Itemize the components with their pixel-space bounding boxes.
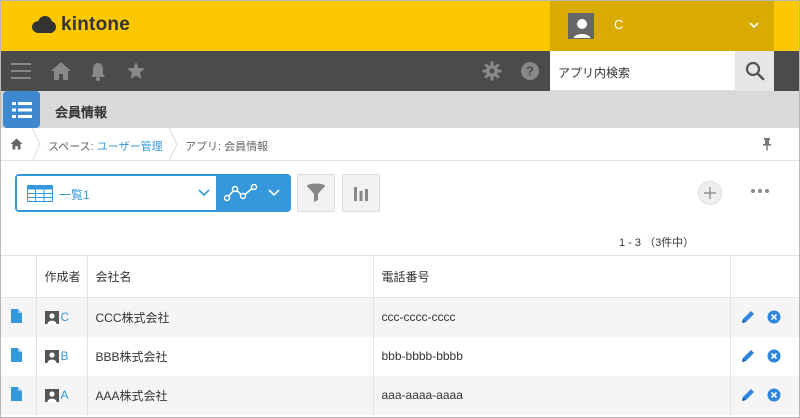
close-circle-icon[interactable] <box>767 310 781 324</box>
plus-icon <box>704 187 716 199</box>
table-header-row: 作成者 会社名 電話番号 <box>1 255 799 298</box>
view-dropdown[interactable]: 一覧1 <box>17 176 216 210</box>
filter-button[interactable] <box>297 174 335 212</box>
creator-link[interactable]: B <box>61 349 69 363</box>
cloud-logo-icon <box>32 16 56 33</box>
user-silhouette-icon <box>569 14 593 38</box>
bell-icon[interactable] <box>86 59 110 83</box>
breadcrumb-space[interactable]: スペース: ユーザー管理 <box>48 138 163 154</box>
creator-cell: A <box>44 388 87 402</box>
breadcrumb-space-link[interactable]: ユーザー管理 <box>97 141 163 153</box>
phone-cell: bbb-bbbb-bbbb <box>373 336 731 376</box>
filter-icon <box>307 183 325 202</box>
pencil-icon[interactable] <box>741 310 755 324</box>
company-cell: CCC株式会社 <box>87 297 374 337</box>
record-count: 1 - 3 （3件中） <box>619 237 695 249</box>
app-search-input[interactable]: アプリ内検索 <box>550 51 735 91</box>
pin-icon[interactable] <box>761 137 773 151</box>
user-icon <box>44 388 59 402</box>
document-icon[interactable] <box>11 386 22 401</box>
header-creator[interactable]: 作成者 <box>36 255 88 298</box>
header-detail <box>1 255 37 298</box>
graph-dropdown[interactable] <box>216 176 289 210</box>
chevron-down-icon <box>268 189 280 197</box>
breadcrumb-app: アプリ: 会員情報 <box>185 141 269 153</box>
record-detail-link[interactable] <box>1 375 37 415</box>
more-options-button[interactable] <box>750 182 770 200</box>
table-row: B BBB株式会社 bbb-bbbb-bbbb <box>1 336 800 376</box>
logo-text: kintone <box>61 14 130 35</box>
creator-cell: B <box>44 349 87 363</box>
hamburger-icon[interactable] <box>9 59 33 83</box>
row-actions <box>741 388 800 402</box>
chart-button[interactable] <box>342 174 380 212</box>
row-actions <box>741 310 800 324</box>
app-header: 会員情報 <box>1 91 799 128</box>
creator-link[interactable]: C <box>61 310 70 324</box>
phone-cell: aaa-aaaa-aaaa <box>373 375 731 415</box>
top-header: kintone C <box>1 1 799 51</box>
user-name: C <box>614 17 624 32</box>
phone-cell: ccc-cccc-cccc <box>373 297 731 337</box>
list-app-icon <box>11 101 32 118</box>
help-icon[interactable]: ? <box>518 59 542 83</box>
chevron-down-icon <box>749 22 759 29</box>
table-row: C CCC株式会社 ccc-cccc-cccc <box>1 297 800 337</box>
gear-icon[interactable] <box>480 59 504 83</box>
header-company[interactable]: 会社名 <box>87 255 374 298</box>
app-title: 会員情報 <box>55 105 108 120</box>
view-name: 一覧1 <box>59 188 90 202</box>
more-icon <box>751 189 769 193</box>
view-selector[interactable]: 一覧1 <box>15 174 291 212</box>
global-nav: ? アプリ内検索 <box>1 51 799 91</box>
record-table: 作成者 会社名 電話番号 C CCC株式会社 ccc-cccc-cccc B B… <box>1 255 799 415</box>
home-breadcrumb-icon[interactable] <box>10 138 23 150</box>
creator-link[interactable]: A <box>61 388 69 402</box>
creator-cell: C <box>44 310 87 324</box>
document-icon[interactable] <box>11 308 22 323</box>
close-circle-icon[interactable] <box>767 349 781 363</box>
pencil-icon[interactable] <box>741 349 755 363</box>
row-actions <box>741 349 800 363</box>
document-icon[interactable] <box>11 347 22 362</box>
star-icon[interactable] <box>124 59 148 83</box>
breadcrumb-separator-icon <box>31 128 41 161</box>
user-icon <box>44 349 59 363</box>
svg-text:?: ? <box>526 64 534 79</box>
search-icon <box>745 61 764 81</box>
record-detail-link[interactable] <box>1 297 37 337</box>
pencil-icon[interactable] <box>741 388 755 402</box>
kintone-window: kintone C ? アプリ内検索 会員情報 スペース: ユーザー管理 アプリ… <box>0 0 800 418</box>
breadcrumb-space-prefix: スペース: <box>48 141 97 153</box>
kintone-logo[interactable]: kintone <box>31 14 130 36</box>
home-icon[interactable] <box>49 59 73 83</box>
company-cell: AAA株式会社 <box>87 375 374 415</box>
header-phone[interactable]: 電話番号 <box>373 255 731 298</box>
user-icon <box>44 310 59 324</box>
add-record-button[interactable] <box>698 181 722 205</box>
list-view-icon <box>27 185 53 202</box>
line-graph-icon <box>224 184 258 202</box>
search-button[interactable] <box>735 51 774 91</box>
table-row: A AAA株式会社 aaa-aaaa-aaaa <box>1 375 800 415</box>
close-circle-icon[interactable] <box>767 388 781 402</box>
company-cell: BBB株式会社 <box>87 336 374 376</box>
user-menu[interactable]: C <box>550 1 774 51</box>
breadcrumb-separator-icon <box>168 128 178 161</box>
chevron-down-icon <box>198 189 210 197</box>
record-detail-link[interactable] <box>1 336 37 376</box>
header-actions <box>730 255 799 298</box>
app-icon[interactable] <box>3 91 40 128</box>
breadcrumb: スペース: ユーザー管理 アプリ: 会員情報 <box>1 128 799 161</box>
bar-chart-icon <box>354 187 368 201</box>
user-avatar <box>568 13 594 39</box>
